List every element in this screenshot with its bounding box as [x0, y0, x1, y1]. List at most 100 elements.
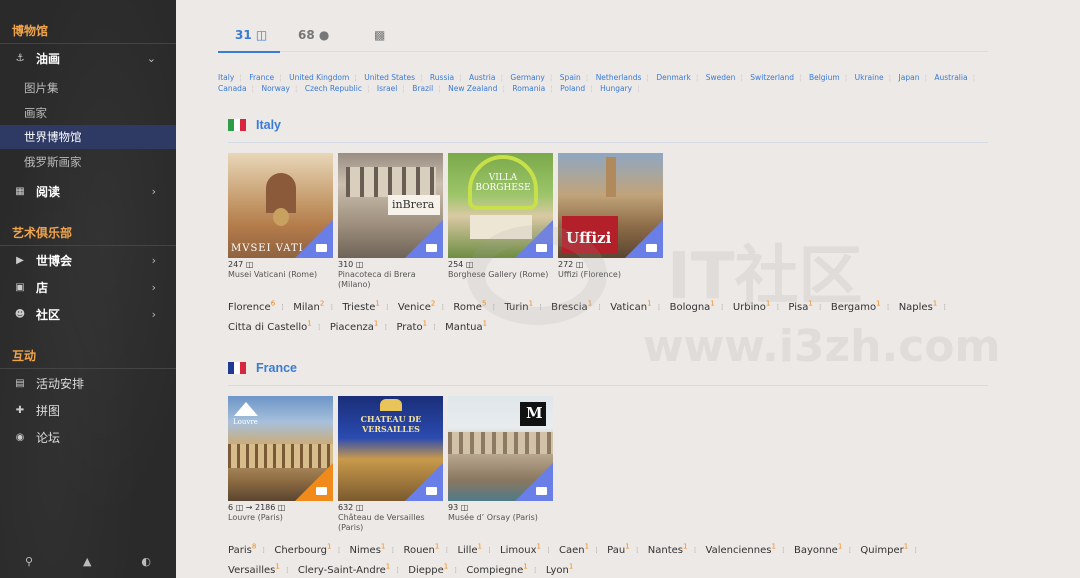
city-link[interactable]: Turin1	[504, 300, 533, 313]
city-link[interactable]: Urbino1	[733, 300, 770, 313]
folder-icon	[426, 244, 437, 252]
nav-item-community[interactable]: ☻ 社区 ›	[0, 302, 176, 326]
tab-gallery[interactable]: 31 ◫	[235, 28, 267, 42]
country-link[interactable]: Denmark	[656, 73, 690, 82]
city-link[interactable]: Quimper1	[860, 543, 908, 556]
country-link[interactable]: Austria	[469, 73, 496, 82]
country-link[interactable]: Belgium	[809, 73, 840, 82]
country-link[interactable]: Germany	[510, 73, 544, 82]
subnav-item-artists[interactable]: 画家	[0, 101, 176, 125]
country-link[interactable]: United Kingdom	[289, 73, 349, 82]
museum-caption[interactable]: Louvre (Paris)	[228, 513, 333, 523]
city-link[interactable]: Lille1	[457, 543, 482, 556]
city-link[interactable]: Lyon1	[546, 562, 574, 575]
country-link[interactable]: Netherlands	[596, 73, 642, 82]
facade	[448, 432, 553, 454]
country-link[interactable]: Australia	[934, 73, 967, 82]
subnav-item-russian-artists[interactable]: 俄罗斯画家	[0, 150, 176, 174]
city-link[interactable]: Limoux1	[500, 543, 541, 556]
country-link[interactable]: Ukraine	[855, 73, 884, 82]
search-icon[interactable]: ⚲	[25, 555, 33, 568]
country-link[interactable]: Brazil	[412, 84, 433, 93]
country-link[interactable]: Japan	[899, 73, 920, 82]
city-link[interactable]: Trieste1	[342, 300, 379, 313]
tab-book[interactable]: ▩	[374, 28, 385, 42]
city-link[interactable]: Bayonne1	[794, 543, 842, 556]
museum-tile-vatican[interactable]: MVSEI VATI	[228, 153, 333, 258]
city-link[interactable]: Venice2	[398, 300, 435, 313]
subnav-item-world-museums[interactable]: 世界博物馆	[0, 125, 176, 149]
sitemap-icon[interactable]: ▲	[83, 555, 91, 568]
museum-caption[interactable]: Château de Versailles (Paris)	[338, 513, 430, 533]
tab-comments[interactable]: 68 ●	[298, 28, 329, 42]
city-link[interactable]: Nimes1	[350, 543, 386, 556]
museum-tile-orsay[interactable]: M	[448, 396, 553, 501]
city-link[interactable]: Piacenza1	[330, 319, 379, 332]
country-link[interactable]: France	[249, 73, 274, 82]
city-link[interactable]: Prato1	[396, 319, 427, 332]
museum-caption[interactable]: Musei Vaticani (Rome)	[228, 270, 333, 280]
museum-tile-borghese[interactable]: VILLA BORGHESE	[448, 153, 553, 258]
city-link[interactable]: Bergamo1	[831, 300, 881, 313]
nav-item-painting[interactable]: ⚓ 油画 ⌄	[0, 46, 176, 70]
nav-item-puzzle[interactable]: ✚ 拼图	[0, 398, 176, 422]
city-link[interactable]: Versailles1	[228, 562, 280, 575]
country-link[interactable]: Switzerland	[750, 73, 794, 82]
country-name[interactable]: France	[256, 361, 297, 375]
city-link[interactable]: Dieppe1	[408, 562, 448, 575]
city-link[interactable]: Pisa1	[788, 300, 812, 313]
museum-tile-uffizi[interactable]: Uffizi	[558, 153, 663, 258]
city-link[interactable]: Brescia1	[551, 300, 592, 313]
city-link[interactable]: Florence6	[228, 300, 276, 313]
nav-item-events[interactable]: ▤ 活动安排	[0, 371, 176, 395]
contrast-icon[interactable]: ◐	[141, 555, 151, 568]
city-link[interactable]: Mantua1	[445, 319, 487, 332]
city-link[interactable]: Paris8	[228, 543, 256, 556]
city-link[interactable]: Rouen1	[403, 543, 439, 556]
city-link[interactable]: Naples1	[899, 300, 938, 313]
subnav-item-collections[interactable]: 图片集	[0, 76, 176, 100]
country-link[interactable]: Hungary	[600, 84, 632, 93]
nav-item-shop[interactable]: ▣ 店 ›	[0, 275, 176, 299]
country-link[interactable]: Spain	[560, 73, 581, 82]
nav-item-forum[interactable]: ◉ 论坛	[0, 425, 176, 449]
city-link[interactable]: Rome5	[453, 300, 486, 313]
city-link[interactable]: Milan2	[293, 300, 324, 313]
nav-item-reading[interactable]: ▦ 阅读 ›	[0, 179, 176, 203]
country-name[interactable]: Italy	[256, 118, 281, 132]
museum-tile-brera[interactable]: inBrera	[338, 153, 443, 258]
city-link[interactable]: Nantes1	[648, 543, 688, 556]
city-link[interactable]: Valenciennes1	[706, 543, 776, 556]
museum-caption[interactable]: Borghese Gallery (Rome)	[448, 270, 558, 280]
country-link[interactable]: Canada	[218, 84, 247, 93]
country-link[interactable]: Poland	[560, 84, 585, 93]
city-link[interactable]: Clery-Saint-Andre1	[298, 562, 390, 575]
country-link[interactable]: Romania	[512, 84, 545, 93]
separator: ¦	[590, 84, 593, 93]
country-link[interactable]: Italy	[218, 73, 234, 82]
museum-caption[interactable]: Musée d’ Orsay (Paris)	[448, 513, 558, 523]
city-link[interactable]: Citta di Castello1	[228, 319, 312, 332]
tile-text: Uffizi	[566, 229, 612, 247]
country-link[interactable]: Israel	[377, 84, 398, 93]
country-link[interactable]: Sweden	[706, 73, 736, 82]
museum-caption[interactable]: Pinacoteca di Brera (Milano)	[338, 270, 430, 290]
museum-tile-versailles[interactable]: CHATEAU DE VERSAILLES	[338, 396, 443, 501]
country-link[interactable]: Russia	[430, 73, 454, 82]
city-link[interactable]: Caen1	[559, 543, 589, 556]
country-link[interactable]: Czech Republic	[305, 84, 362, 93]
country-link[interactable]: Norway	[261, 84, 289, 93]
city-count: 6	[270, 300, 276, 308]
country-header-italy: Italy	[228, 118, 281, 132]
city-link[interactable]: Cherbourg1	[274, 543, 331, 556]
country-link[interactable]: New Zealand	[448, 84, 497, 93]
museum-caption[interactable]: Uffizi (Florence)	[558, 270, 663, 280]
museum-tile-louvre[interactable]: Louvre	[228, 396, 333, 501]
city-link[interactable]: Bologna1	[670, 300, 715, 313]
arch	[266, 173, 296, 213]
city-link[interactable]: Pau1	[607, 543, 630, 556]
city-link[interactable]: Vatican1	[610, 300, 651, 313]
nav-item-expo[interactable]: ▶ 世博会 ›	[0, 248, 176, 272]
city-link[interactable]: Compiegne1	[466, 562, 527, 575]
country-link[interactable]: United States	[364, 73, 415, 82]
